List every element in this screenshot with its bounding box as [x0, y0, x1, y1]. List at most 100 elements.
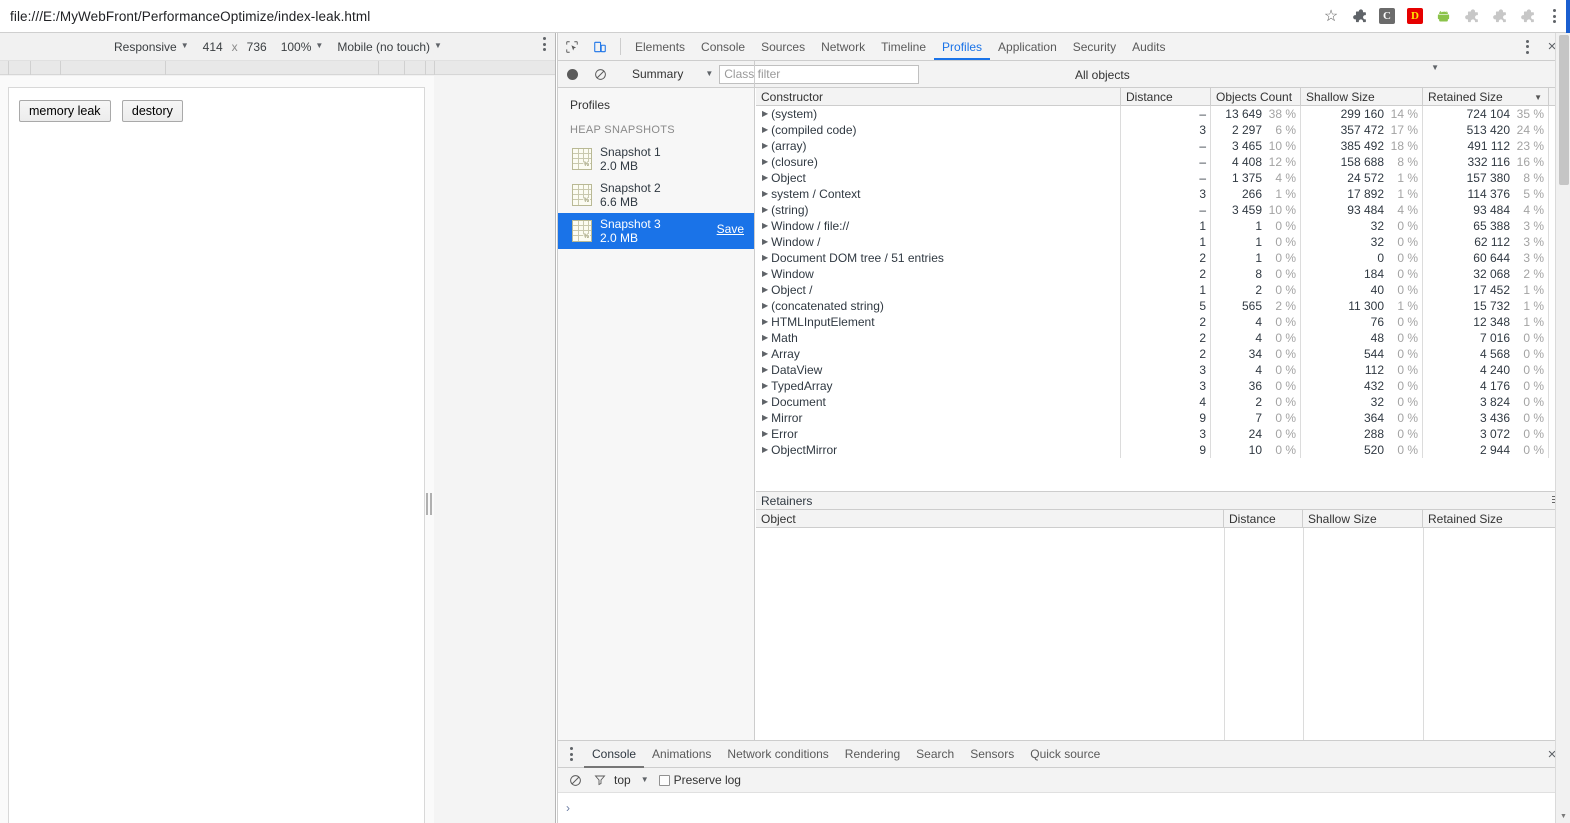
- expand-triangle-icon[interactable]: ▶: [762, 318, 768, 326]
- table-row[interactable]: ▶ DataView 3 4 0 % 112 0 % 4 240 0 %: [756, 362, 1570, 378]
- drawer-tab-quick-source[interactable]: Quick source: [1022, 741, 1108, 768]
- expand-triangle-icon[interactable]: ▶: [762, 158, 768, 166]
- table-row[interactable]: ▶ Mirror 9 7 0 % 364 0 % 3 436 0 %: [756, 410, 1570, 426]
- viewport-width-input[interactable]: 414: [196, 40, 230, 54]
- destory-button[interactable]: destory: [121, 100, 183, 122]
- preserve-log-checkbox[interactable]: [658, 774, 670, 786]
- tab-application[interactable]: Application: [990, 33, 1065, 60]
- column-header-distance[interactable]: Distance: [1121, 88, 1211, 106]
- record-icon[interactable]: [558, 61, 586, 87]
- scroll-down-icon[interactable]: ▼: [1556, 809, 1570, 823]
- expand-triangle-icon[interactable]: ▶: [762, 398, 768, 406]
- throttling-selector[interactable]: Mobile (no touch) ▼: [330, 40, 449, 54]
- expand-triangle-icon[interactable]: ▶: [762, 254, 768, 262]
- url-input[interactable]: file:///E:/MyWebFront/PerformanceOptimiz…: [6, 3, 1314, 29]
- drawer-tab-rendering[interactable]: Rendering: [837, 741, 908, 768]
- column-header-shallow-size[interactable]: Shallow Size: [1303, 510, 1423, 528]
- expand-triangle-icon[interactable]: ▶: [762, 286, 768, 294]
- table-row[interactable]: ▶ Array 2 34 0 % 544 0 % 4 568 0 %: [756, 346, 1570, 362]
- column-header-objects-count[interactable]: Objects Count: [1211, 88, 1301, 106]
- table-row[interactable]: ▶ Window 2 8 0 % 184 0 % 32 068 2 %: [756, 266, 1570, 282]
- drawer-tab-animations[interactable]: Animations: [644, 741, 719, 768]
- memory-leak-button[interactable]: memory leak: [19, 100, 111, 122]
- view-mode-selector[interactable]: Summary ▼: [626, 64, 719, 85]
- puzzle-extension-icon-3[interactable]: [1486, 3, 1512, 29]
- drawer-tab-console[interactable]: Console: [584, 741, 644, 768]
- device-more-options-icon[interactable]: [543, 37, 546, 51]
- snapshot-item-2[interactable]: % Snapshot 2 6.6 MB: [558, 177, 754, 213]
- expand-triangle-icon[interactable]: ▶: [762, 174, 768, 182]
- expand-triangle-icon[interactable]: ▶: [762, 446, 768, 454]
- tab-timeline[interactable]: Timeline: [873, 33, 934, 60]
- expand-triangle-icon[interactable]: ▶: [762, 270, 768, 278]
- puzzle-extension-icon-2[interactable]: [1458, 3, 1484, 29]
- chrome-menu-icon[interactable]: [1542, 3, 1566, 29]
- table-row[interactable]: ▶ ObjectMirror 9 10 0 % 520 0 % 2 944 0 %: [756, 442, 1570, 458]
- expand-triangle-icon[interactable]: ▶: [762, 142, 768, 150]
- column-header-object[interactable]: Object: [756, 510, 1224, 528]
- expand-triangle-icon[interactable]: ▶: [762, 366, 768, 374]
- table-row[interactable]: ▶ system / Context 3 266 1 % 17 892 1 % 114 376…: [756, 186, 1570, 202]
- console-context-label[interactable]: top: [614, 773, 631, 787]
- inspect-element-icon[interactable]: [558, 33, 586, 60]
- puzzle-extension-icon-4[interactable]: [1514, 3, 1540, 29]
- expand-triangle-icon[interactable]: ▶: [762, 126, 768, 134]
- d-extension-icon[interactable]: D: [1402, 3, 1428, 29]
- table-row[interactable]: ▶ TypedArray 3 36 0 % 432 0 % 4 176 0 %: [756, 378, 1570, 394]
- table-row[interactable]: ▶ Object – 1 375 4 % 24 572 1 % 157 380 8 %: [756, 170, 1570, 186]
- table-row[interactable]: ▶ Error 3 24 0 % 288 0 % 3 072 0 %: [756, 426, 1570, 442]
- scrollbar-thumb[interactable]: [1559, 35, 1569, 185]
- expand-triangle-icon[interactable]: ▶: [762, 190, 768, 198]
- drawer-tab-search[interactable]: Search: [908, 741, 962, 768]
- viewport-resize-handle[interactable]: [425, 488, 433, 520]
- table-row[interactable]: ▶ Window / file:// 1 1 0 % 32 0 % 65 388 3 %: [756, 218, 1570, 234]
- drawer-tab-network-conditions[interactable]: Network conditions: [719, 741, 836, 768]
- table-row[interactable]: ▶ (array) – 3 465 10 % 385 492 18 % 491 112 23 %: [756, 138, 1570, 154]
- expand-triangle-icon[interactable]: ▶: [762, 382, 768, 390]
- column-header-shallow-size[interactable]: Shallow Size: [1301, 88, 1423, 106]
- clear-console-icon[interactable]: [564, 767, 586, 793]
- column-header-constructor[interactable]: Constructor: [756, 88, 1121, 106]
- tab-sources[interactable]: Sources: [753, 33, 813, 60]
- puzzle-extension-icon[interactable]: [1346, 3, 1372, 29]
- tab-audits[interactable]: Audits: [1124, 33, 1173, 60]
- zoom-selector[interactable]: 100% ▼: [274, 40, 331, 54]
- devtools-more-options-icon[interactable]: [1515, 34, 1539, 60]
- column-header-distance[interactable]: Distance: [1224, 510, 1303, 528]
- viewport-height-input[interactable]: 736: [240, 40, 274, 54]
- console-input[interactable]: ›: [558, 793, 1570, 822]
- tab-security[interactable]: Security: [1065, 33, 1124, 60]
- table-row[interactable]: ▶ Window / 1 1 0 % 32 0 % 62 112 3 %: [756, 234, 1570, 250]
- expand-triangle-icon[interactable]: ▶: [762, 222, 768, 230]
- tab-elements[interactable]: Elements: [627, 33, 693, 60]
- expand-triangle-icon[interactable]: ▶: [762, 350, 768, 358]
- expand-triangle-icon[interactable]: ▶: [762, 110, 768, 118]
- table-row[interactable]: ▶ (compiled code) 3 2 297 6 % 357 472 17 % 513 …: [756, 122, 1570, 138]
- column-header-retained-size[interactable]: Retained Size: [1423, 510, 1570, 528]
- table-row[interactable]: ▶ Math 2 4 0 % 48 0 % 7 016 0 %: [756, 330, 1570, 346]
- android-extension-icon[interactable]: [1430, 3, 1456, 29]
- tab-profiles[interactable]: Profiles: [934, 33, 990, 60]
- tab-network[interactable]: Network: [813, 33, 873, 60]
- expand-triangle-icon[interactable]: ▶: [762, 414, 768, 422]
- table-row[interactable]: ▶ Document 4 2 0 % 32 0 % 3 824 0 %: [756, 394, 1570, 410]
- expand-triangle-icon[interactable]: ▶: [762, 430, 768, 438]
- table-row[interactable]: ▶ (string) – 3 459 10 % 93 484 4 % 93 484 4 %: [756, 202, 1570, 218]
- expand-triangle-icon[interactable]: ▶: [762, 302, 768, 310]
- clear-icon[interactable]: [586, 61, 614, 87]
- toggle-device-toolbar-icon[interactable]: [586, 33, 614, 60]
- snapshot-save-link[interactable]: Save: [717, 222, 744, 236]
- c-extension-icon[interactable]: C: [1374, 3, 1400, 29]
- object-filter-selector[interactable]: All objects ▼: [1069, 63, 1449, 85]
- drawer-more-options-icon[interactable]: [558, 741, 584, 768]
- browser-scrollbar[interactable]: ▲ ▼: [1555, 33, 1570, 823]
- bookmark-star-icon[interactable]: ☆: [1316, 3, 1346, 29]
- column-header-retained-size[interactable]: Retained Size ▼: [1423, 88, 1549, 106]
- expand-triangle-icon[interactable]: ▶: [762, 206, 768, 214]
- snapshot-item-3[interactable]: % Snapshot 3 2.0 MB Save: [558, 213, 754, 249]
- tab-console[interactable]: Console: [693, 33, 753, 60]
- chevron-down-icon[interactable]: ▼: [641, 775, 649, 784]
- table-row[interactable]: ▶ (closure) – 4 408 12 % 158 688 8 % 332 116 16 …: [756, 154, 1570, 170]
- table-row[interactable]: ▶ Object / 1 2 0 % 40 0 % 17 452 1 %: [756, 282, 1570, 298]
- table-row[interactable]: ▶ HTMLInputElement 2 4 0 % 76 0 % 12 348 1 %: [756, 314, 1570, 330]
